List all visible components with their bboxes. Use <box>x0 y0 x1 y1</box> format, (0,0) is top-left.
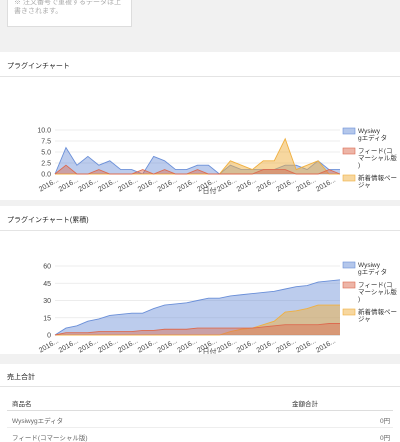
cumulative-chart-card: プラグインチャート(累積) 0 15 30 45 60 2016... 2016... 201… <box>0 206 400 354</box>
y-tick-label: 10.0 <box>37 128 51 135</box>
table-row-divider <box>7 427 393 428</box>
y-tick-label: 45 <box>43 281 51 288</box>
sales-total-divider <box>0 386 400 387</box>
x-tick-label: 2016... <box>97 177 119 194</box>
y-tick-label: 60 <box>43 264 51 271</box>
product-name: フィード(コマーシャル版) <box>12 435 88 442</box>
legend-label: ジャ <box>358 316 371 323</box>
x-tick-label: 2016... <box>97 338 119 354</box>
column-header-product: 商品名 <box>12 401 32 408</box>
amount-value: 0円 <box>380 418 391 425</box>
x-tick-label: 2016... <box>295 338 317 354</box>
x-tick-label: 2016... <box>157 177 179 194</box>
legend-swatch <box>342 127 356 135</box>
legend-swatch <box>342 261 356 269</box>
x-tick-label: 2016... <box>137 338 159 354</box>
x-tick-label: 2016... <box>176 338 198 354</box>
sales-total-card: 売上合計 商品名 金額合計 Wysiwygエディタ 0円 フィード(コマーシャル… <box>0 364 400 442</box>
x-axis-label: 日付 <box>203 186 217 195</box>
sales-total-title: 売上合計 <box>7 374 35 381</box>
x-tick-label: 2016... <box>275 338 297 354</box>
x-tick-label: 2016... <box>315 177 337 194</box>
x-axis-label: 日付 <box>203 347 217 354</box>
x-tick-label: 2016... <box>176 177 198 194</box>
y-tick-label: 0.0 <box>41 172 51 179</box>
x-tick-label: 2016... <box>38 338 60 354</box>
x-tick-label: 2016... <box>216 338 238 354</box>
legend-swatch <box>342 147 356 155</box>
legend-label: 新着情報ペー <box>358 173 397 182</box>
cumulative-chart-divider <box>0 230 400 231</box>
x-tick-label: 2016... <box>78 177 100 194</box>
legend-label: フィード(コ <box>358 147 393 155</box>
plugin-chart: 0.02.55.07.510.02016...2016...2016...201… <box>37 127 397 196</box>
legend-label: マーシャル版 <box>358 153 397 162</box>
legend-swatch <box>342 174 356 182</box>
legend-label: フィード(コ <box>358 281 393 289</box>
plugin-chart-card: プラグインチャート 0.0 2.5 5.0 7.5 10.0 2016... 2016...… <box>0 52 400 200</box>
plugin-chart-title: プラグインチャート <box>7 63 70 70</box>
x-tick-label: 2016... <box>117 338 139 354</box>
x-tick-label: 2016... <box>137 177 159 194</box>
y-tick-label: 0 <box>47 333 51 340</box>
x-tick-label: 2016... <box>78 338 100 354</box>
table-header-divider <box>7 410 393 411</box>
cumulative-chart-title: プラグインチャート(累積) <box>7 217 89 224</box>
y-tick-label: 30 <box>43 298 51 305</box>
legend-label: gエディタ <box>358 267 387 276</box>
y-tick-label: 5.0 <box>41 150 51 157</box>
plugin-chart-divider <box>0 76 400 77</box>
notice-card: ※ 注文番号で重複するデータは上書きされます。 <box>0 0 400 40</box>
x-tick-label: 2016... <box>256 177 278 194</box>
cumulative-chart: 0153045602016...2016...2016...2016...201… <box>38 261 397 354</box>
y-tick-label: 2.5 <box>41 161 51 168</box>
legend-label: ) <box>358 162 360 169</box>
legend-swatch <box>342 308 356 316</box>
x-tick-label: 2016... <box>236 177 258 194</box>
x-tick-label: 2016... <box>256 338 278 354</box>
x-tick-label: 2016... <box>58 338 80 354</box>
amount-value: 0円 <box>380 435 391 442</box>
legend-label: gエディタ <box>358 133 387 142</box>
x-tick-label: 2016... <box>38 177 60 194</box>
x-tick-label: 2016... <box>216 177 238 194</box>
legend-label: Wysiwy <box>358 262 381 269</box>
legend-swatch <box>342 281 356 289</box>
y-tick-label: 15 <box>43 315 51 322</box>
legend-label: ) <box>358 296 360 303</box>
column-header-amount: 金額合計 <box>292 401 318 408</box>
notice-text: ※ 注文番号で重複するデータは上書きされます。 <box>14 0 121 15</box>
product-name: Wysiwygエディタ <box>12 418 64 425</box>
x-tick-label: 2016... <box>58 177 80 194</box>
x-tick-label: 2016... <box>315 338 337 354</box>
y-tick-label: 7.5 <box>41 139 51 146</box>
legend-label: ジャ <box>358 182 371 189</box>
legend-label: 新着情報ペー <box>358 307 397 316</box>
x-tick-label: 2016... <box>157 338 179 354</box>
x-tick-label: 2016... <box>117 177 139 194</box>
legend-label: Wysiwy <box>358 128 381 135</box>
x-tick-label: 2016... <box>275 177 297 194</box>
x-tick-label: 2016... <box>236 338 258 354</box>
legend-label: マーシャル版 <box>358 287 397 296</box>
x-tick-label: 2016... <box>295 177 317 194</box>
